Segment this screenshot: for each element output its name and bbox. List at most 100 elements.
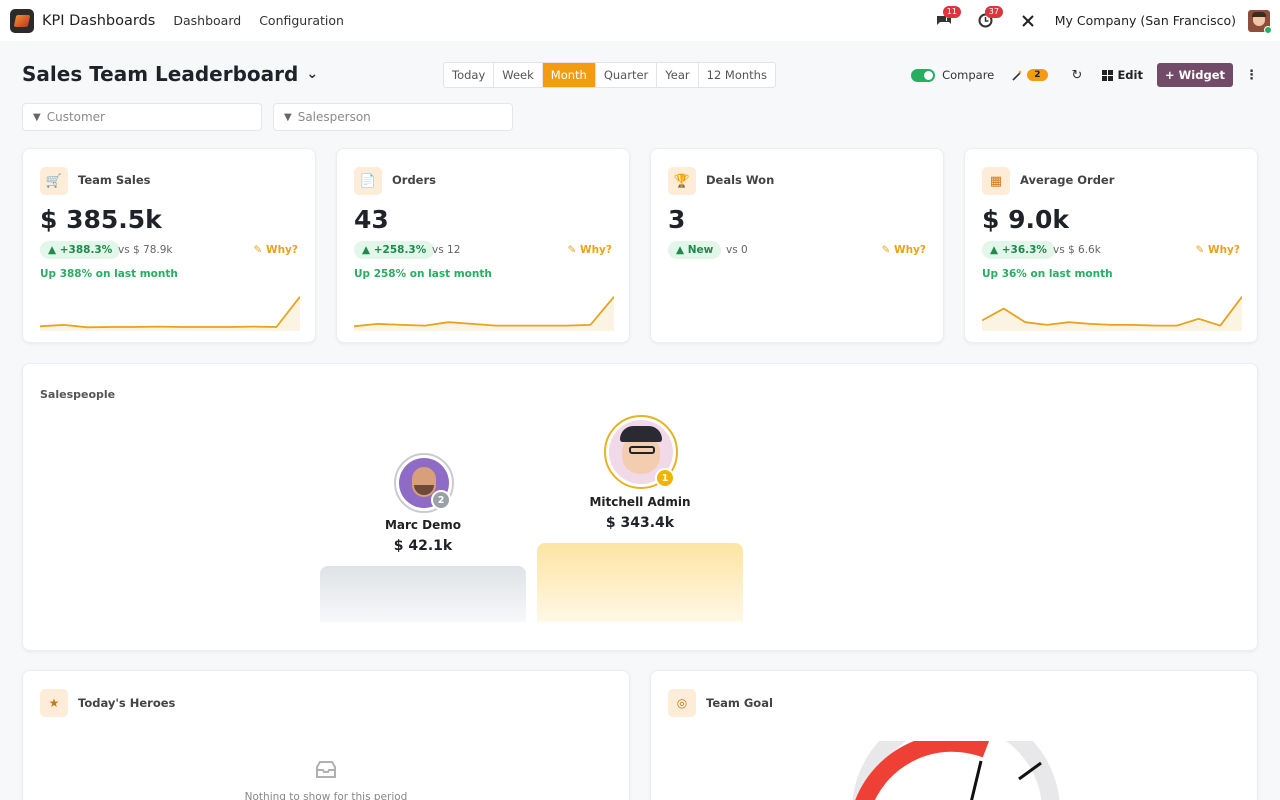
period-12-months[interactable]: 12 Months [699,63,775,87]
why-link[interactable]: ✎ Why? [1196,244,1240,256]
sparkline-area [982,296,1242,331]
comparison-text: vs 12 [432,244,461,256]
sparkline [982,296,1242,331]
sparkline-line [354,296,614,328]
period-selector: Today Week Month Quarter Year 12 Months [443,62,776,88]
glasses-icon [629,446,655,454]
trophy-icon: 🏆 [668,167,696,195]
period-week[interactable]: Week [494,63,543,87]
rank-badge: 1 [655,468,675,488]
company-switcher[interactable]: My Company (San Francisco) [1055,13,1236,28]
podium-block-1 [537,543,743,622]
period-today[interactable]: Today [444,63,495,87]
online-status-icon [1264,25,1272,34]
activities-badge: 37 [984,5,1003,18]
sparkline [40,296,300,331]
sparkline [354,296,614,331]
filter-icon: ▼ [33,111,41,123]
messages-button[interactable]: 11 [933,5,961,32]
more-options-icon[interactable]: ⋮ [1245,68,1258,83]
delta-badge: ▲ +36.3% [982,241,1055,259]
delta-badge: ▲ New [668,241,722,259]
salesperson-filter-placeholder: Salesperson [297,110,371,124]
empty-state-text: Nothing to show for this period [244,791,408,800]
inbox-icon [316,761,336,778]
trend-text: Up 388% on last month [40,268,178,280]
why-link[interactable]: ✎ Why? [882,244,926,256]
insights-badge: 2 [1027,69,1048,81]
calculator-icon: ▦ [982,167,1010,195]
edit-label: Edit [1117,68,1143,82]
kpi-title: Deals Won [706,173,775,187]
gauge-needle [970,760,983,800]
delta-badge: ▲ +388.3% [40,241,121,259]
comparison-text: vs $ 6.6k [1053,244,1101,256]
sparkline-line [40,296,300,329]
filter-icon: ▼ [284,111,292,123]
kpi-value: $ 385.5k [40,205,162,234]
goal-gauge [852,741,1060,800]
kpi-title: Orders [392,173,436,187]
kpi-card-average-order[interactable]: ▦ Average Order $ 9.0k ▲ +36.3% vs $ 6.6… [964,148,1258,343]
kpi-card-orders[interactable]: 📄 Orders 43 ▲ +258.3% vs 12 ✎ Why? Up 25… [336,148,630,343]
salespeople-card: Salespeople 2 Marc Demo $ 42.1k 1 Mitche… [22,363,1258,651]
kpi-title: Team Sales [78,173,151,187]
user-menu[interactable] [1248,9,1272,34]
top-navbar: KPI Dashboards Dashboard Configuration 1… [0,0,1280,41]
delta-badge: ▲ +258.3% [354,241,435,259]
rank-badge: 2 [431,490,451,510]
podium-block-2 [320,566,526,622]
salesperson-amount: $ 42.1k [393,538,453,554]
salesperson-filter[interactable]: ▼ Salesperson [273,103,513,131]
tools-button[interactable] [1017,10,1039,32]
kpi-value: $ 9.0k [982,205,1070,234]
edit-button[interactable]: Edit [1102,68,1143,82]
activities-button[interactable]: 37 [975,5,1003,32]
compare-label: Compare [942,68,995,82]
salesperson-amount: $ 343.4k [605,515,675,531]
nav-configuration[interactable]: Configuration [259,13,344,28]
target-icon: ◎ [668,689,696,717]
salesperson-name: Marc Demo [384,518,462,532]
chevron-down-icon: ⌄ [306,66,319,82]
nav-dashboard[interactable]: Dashboard [173,13,241,28]
customer-filter[interactable]: ▼ Customer [22,103,262,131]
comparison-text: vs $ 78.9k [118,244,173,256]
app-logo-icon[interactable] [10,8,34,33]
compare-toggle[interactable] [911,68,936,82]
insights-button[interactable]: 2 [1012,69,1048,81]
team-goal-card: ◎ Team Goal [650,670,1258,800]
trend-text: Up 36% on last month [982,268,1113,280]
kpi-title: Average Order [1020,173,1115,187]
page-title[interactable]: Sales Team Leaderboard ⌄ [22,62,318,86]
salesperson-name: Mitchell Admin [589,495,691,509]
period-quarter[interactable]: Quarter [596,63,658,87]
header-actions: Compare 2 ↻ Edit + Widget ⋮ [911,62,1258,88]
section-title: Team Goal [706,696,773,710]
why-link[interactable]: ✎ Why? [254,244,298,256]
add-widget-button[interactable]: + Widget [1156,63,1233,87]
kpi-value: 43 [354,205,389,234]
comparison-text: vs 0 [726,244,748,256]
section-title: Today's Heroes [78,696,176,710]
app-title[interactable]: KPI Dashboards [42,13,155,29]
page-title-text: Sales Team Leaderboard [22,62,299,86]
period-year[interactable]: Year [657,63,699,87]
why-link[interactable]: ✎ Why? [568,244,612,256]
document-icon: 📄 [354,167,382,195]
kpi-card-team-sales[interactable]: 🛒 Team Sales $ 385.5k ▲ +388.3% vs $ 78.… [22,148,316,343]
star-icon: ★ [40,689,68,717]
kpi-card-deals-won[interactable]: 🏆 Deals Won 3 ▲ New vs 0 ✎ Why? [650,148,944,343]
refresh-icon[interactable]: ↻ [1072,68,1083,83]
kpi-value: 3 [668,205,686,234]
grid-icon [1102,69,1114,81]
section-title: Salespeople [40,388,116,401]
period-month[interactable]: Month [542,63,596,87]
magic-wand-icon [1012,69,1023,81]
cart-icon: 🛒 [40,167,68,195]
tools-icon [1022,14,1034,27]
messages-badge: 11 [942,5,961,18]
todays-heroes-card: ★ Today's Heroes Nothing to show for thi… [22,670,630,800]
customer-filter-placeholder: Customer [46,110,105,124]
trend-text: Up 258% on last month [354,268,492,280]
